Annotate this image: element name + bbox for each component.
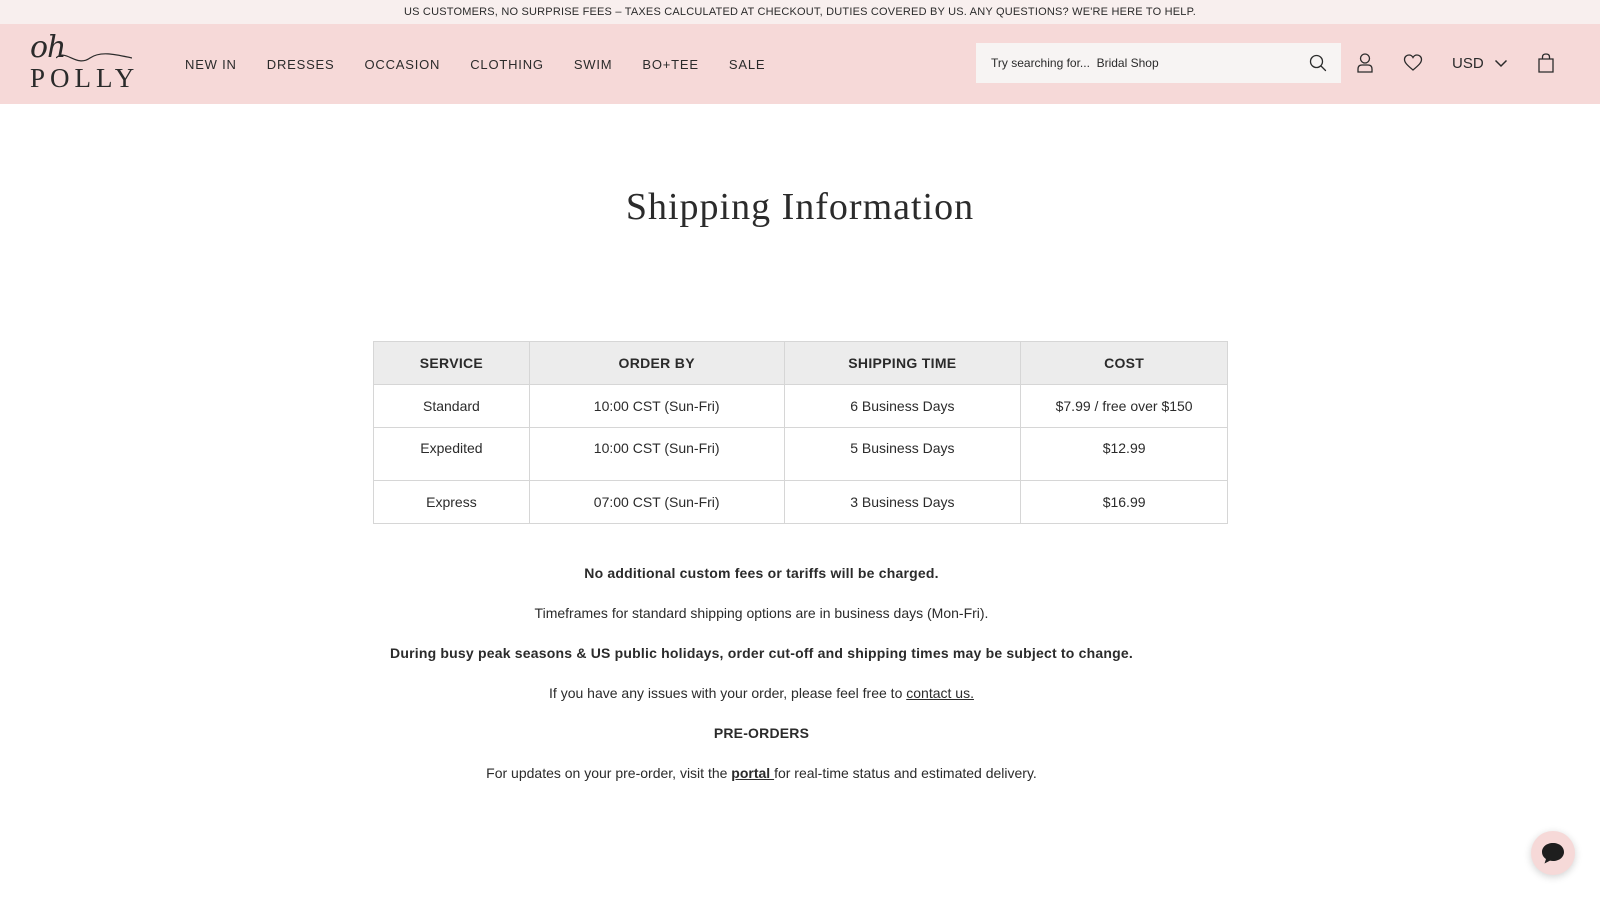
portal-link[interactable]: portal	[731, 765, 774, 781]
column-header-cost: COST	[1020, 341, 1228, 385]
peak-season-note: During busy peak seasons & US public hol…	[390, 645, 1133, 661]
logo-polly: POLLY	[30, 63, 140, 93]
cell-order-by: 07:00 CST (Sun-Fri)	[528, 480, 785, 524]
chat-button[interactable]	[1531, 831, 1575, 875]
shipping-notes: No additional custom fees or tariffs wil…	[373, 563, 1150, 803]
search-bar	[976, 43, 1341, 83]
main-nav: NEW IN DRESSES OCCASION CLOTHING SWIM BO…	[185, 24, 795, 104]
timeframes-note: Timeframes for standard shipping options…	[534, 605, 989, 621]
nav-item-dresses[interactable]: DRESSES	[267, 57, 335, 72]
announcement-bar: US CUSTOMERS, NO SURPRISE FEES – TAXES C…	[0, 0, 1600, 24]
table-row: Standard 10:00 CST (Sun-Fri) 6 Business …	[373, 384, 1228, 428]
cell-shipping-time: 6 Business Days	[783, 384, 1022, 428]
chevron-down-icon	[1494, 59, 1507, 68]
shipping-table: SERVICE ORDER BY SHIPPING TIME COST Stan…	[373, 341, 1228, 524]
page-title: Shipping Information	[625, 186, 975, 228]
shopping-bag-icon[interactable]	[1536, 52, 1556, 74]
cell-service: Express	[373, 480, 530, 524]
nav-item-sale[interactable]: SALE	[729, 57, 765, 72]
nav-item-occasion[interactable]: OCCASION	[364, 57, 440, 72]
table-row: Express 07:00 CST (Sun-Fri) 3 Business D…	[373, 480, 1228, 524]
table-header-row: SERVICE ORDER BY SHIPPING TIME COST	[373, 341, 1228, 385]
preorder-suffix: for real-time status and estimated deliv…	[774, 765, 1037, 781]
announcement-text: US CUSTOMERS, NO SURPRISE FEES – TAXES C…	[403, 6, 1197, 18]
cell-shipping-time: 3 Business Days	[783, 480, 1022, 524]
site-header: oh POLLY NEW IN DRESSES OCCASION CLOTHIN…	[0, 24, 1600, 104]
currency-label: USD	[1452, 54, 1484, 72]
user-icon[interactable]	[1355, 52, 1375, 74]
nav-item-clothing[interactable]: CLOTHING	[470, 57, 544, 72]
chat-bubble-icon	[1542, 843, 1564, 864]
heart-icon[interactable]	[1403, 52, 1423, 74]
nav-item-bo-tee[interactable]: BO+TEE	[642, 57, 698, 72]
nav-item-new-in[interactable]: NEW IN	[185, 57, 237, 72]
nav-item-swim[interactable]: SWIM	[574, 57, 613, 72]
issues-text: If you have any issues with your order, …	[549, 685, 907, 701]
issues-note: If you have any issues with your order, …	[373, 683, 1150, 723]
cell-shipping-time: 5 Business Days	[783, 427, 1022, 481]
column-header-service: SERVICE	[373, 341, 530, 385]
currency-selector[interactable]: USD	[1452, 52, 1508, 74]
preorder-text: For updates on your pre-order, visit the	[486, 765, 732, 781]
search-icon[interactable]	[1309, 54, 1327, 72]
column-header-shipping-time: SHIPPING TIME	[783, 341, 1022, 385]
cell-cost: $16.99	[1020, 480, 1228, 524]
preorder-note: For updates on your pre-order, visit the…	[373, 763, 1150, 803]
cell-order-by: 10:00 CST (Sun-Fri)	[528, 384, 785, 428]
cell-cost: $7.99 / free over $150	[1020, 384, 1228, 428]
cell-service: Expedited	[373, 427, 530, 481]
cell-order-by: 10:00 CST (Sun-Fri)	[528, 427, 785, 481]
preorders-heading: PRE-ORDERS	[713, 725, 810, 741]
table-row: Expedited 10:00 CST (Sun-Fri) 5 Business…	[373, 427, 1228, 481]
contact-us-link[interactable]: contact us.	[906, 685, 974, 701]
cell-cost: $12.99	[1020, 427, 1228, 481]
no-fees-note: No additional custom fees or tariffs wil…	[584, 565, 939, 581]
cell-service: Standard	[373, 384, 530, 428]
logo[interactable]: oh POLLY	[28, 30, 134, 94]
search-input[interactable]	[991, 56, 1301, 70]
column-header-order-by: ORDER BY	[528, 341, 785, 385]
